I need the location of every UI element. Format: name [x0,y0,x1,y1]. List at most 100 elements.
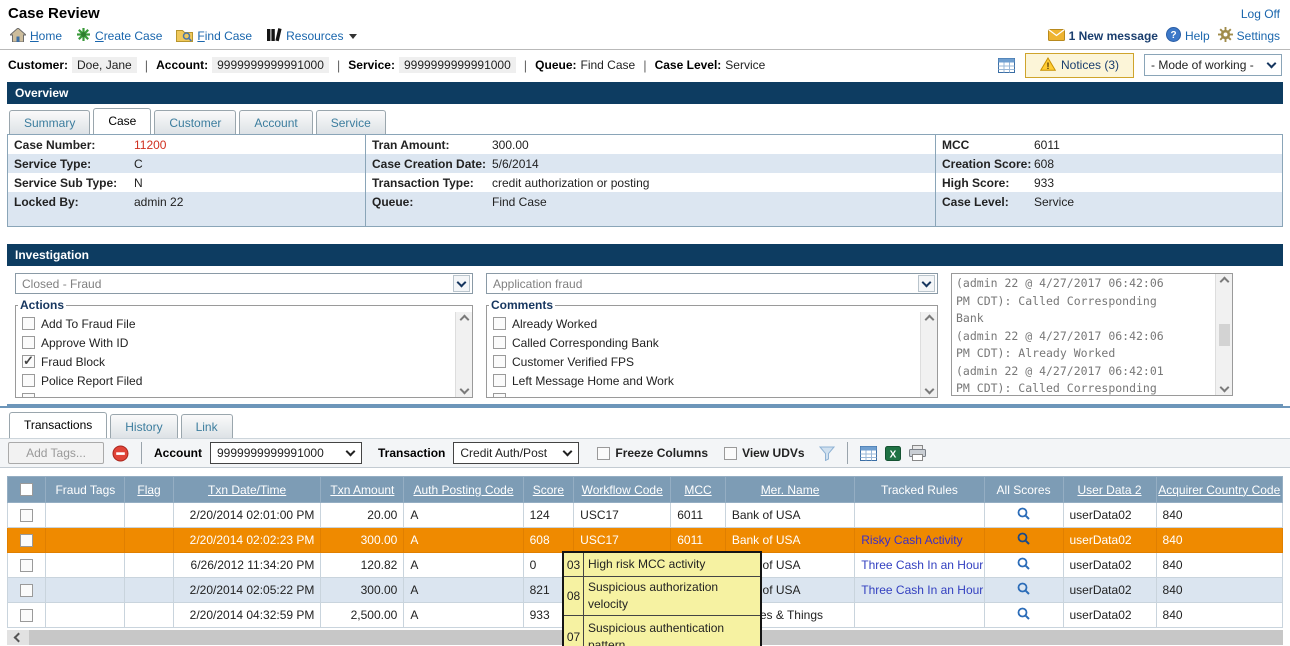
settings-link[interactable]: Settings [1218,27,1280,45]
account-label: Account [154,446,202,460]
tooltip-row: 07 Suspicious authentication pattern [564,616,760,646]
mode-of-working-select[interactable]: - Mode of working - [1144,54,1282,76]
tab-service[interactable]: Service [316,110,386,134]
view-udvs-checkbox[interactable]: View UDVs [724,446,804,460]
col-user-data-2[interactable]: User Data 2 [1063,477,1156,503]
table-row[interactable]: 2/20/2014 02:01:00 PM 20.00 A 124 USC17 … [8,503,1283,528]
add-tags-button[interactable]: Add Tags... [8,442,104,464]
tracked-rule-link[interactable]: Three Cash In an Hour ... [861,583,984,597]
magnifier-icon[interactable] [1017,534,1030,548]
tracked-rule-link[interactable]: Three Cash In an Hour ... [861,558,984,572]
col-mcc[interactable]: MCC [671,477,726,503]
cell-flag [125,578,174,603]
action-police-report-filed: Police Report Filed [22,371,455,390]
print-icon[interactable] [909,445,926,461]
account-select[interactable]: 9999999999991000 [210,442,362,464]
action-fraud-block: Fraud Block [22,352,455,371]
row-checkbox[interactable] [20,534,33,547]
row-checkbox[interactable] [20,509,33,522]
checkbox[interactable] [493,336,506,349]
scroll-down-icon[interactable] [1219,383,1229,393]
scroll-thumb[interactable] [1219,324,1230,346]
action-approve-with-id: Approve With ID [22,333,455,352]
scroll-up-icon[interactable] [924,315,934,325]
col-acquirer-country-code[interactable]: Acquirer Country Code [1156,477,1282,503]
home-icon [10,28,26,45]
scroll-down-icon[interactable] [459,385,469,395]
investigation-log[interactable]: (admin 22 @ 4/27/2017 06:42:06 PM CDT): … [951,273,1233,396]
magnifier-icon[interactable] [1017,559,1030,573]
grid-view-icon[interactable] [860,446,877,461]
checkbox[interactable] [22,317,35,330]
top-bar: Case Review Log Off [0,0,1290,23]
checkbox[interactable] [22,393,35,397]
queue-grid-icon[interactable] [998,58,1015,73]
filter-funnel-icon[interactable] [819,446,835,461]
checkbox[interactable] [597,447,610,460]
main-nav: Home Create Case Find Case Resources 1 N… [0,23,1290,50]
nav-find-case[interactable]: Find Case [176,28,252,45]
col-flag[interactable]: Flag [125,477,174,503]
log-scrollbar[interactable] [1215,274,1232,395]
cell-flag [125,603,174,628]
case-status-select[interactable]: Closed - Fraud [15,273,473,294]
fraud-type-select[interactable]: Application fraud [486,273,938,294]
tab-link[interactable]: Link [181,414,233,438]
tab-transactions[interactable]: Transactions [9,412,107,438]
scroll-left-icon[interactable] [7,630,29,645]
log-off-link[interactable]: Log Off [1241,7,1280,21]
col-workflow-code[interactable]: Workflow Code [574,477,671,503]
checkbox[interactable] [493,393,506,397]
freeze-columns-checkbox[interactable]: Freeze Columns [597,446,708,460]
col-mer-name[interactable]: Mer. Name [725,477,854,503]
tab-customer[interactable]: Customer [154,110,236,134]
row-checkbox[interactable] [20,559,33,572]
actions-scrollbar[interactable] [455,312,472,397]
envelope-icon [1048,29,1065,44]
tab-account[interactable]: Account [239,110,312,134]
checkbox[interactable] [22,374,35,387]
row-checkbox[interactable] [20,584,33,597]
nav-resources[interactable]: Resources [266,28,357,45]
col-txn-date[interactable]: Txn Date/Time [173,477,321,503]
select-all-header[interactable] [8,477,46,503]
checkbox[interactable] [22,336,35,349]
tooltip-row: 03 High risk MCC activity [564,553,760,577]
help-link[interactable]: ? Help [1166,27,1210,45]
tracked-rule-link[interactable]: Risky Cash Activity [861,533,962,547]
checkbox[interactable] [493,355,506,368]
notices-button[interactable]: ! Notices (3) [1025,53,1134,78]
transaction-select[interactable]: Credit Auth/Post [453,442,579,464]
case-details-grid: Case Number:11200 Service Type:C Service… [7,134,1283,227]
new-message-link[interactable]: 1 New message [1048,29,1158,44]
row-checkbox[interactable] [20,609,33,622]
context-service: Service: 9999999999991000 [348,57,515,73]
nav-home[interactable]: Home [10,28,62,45]
tab-history[interactable]: History [110,414,177,438]
table-header-row: Fraud Tags Flag Txn Date/Time Txn Amount… [8,477,1283,503]
col-score[interactable]: Score [523,477,574,503]
select-all-checkbox[interactable] [20,483,33,496]
magnifier-icon[interactable] [1017,509,1030,523]
checkbox[interactable] [493,374,506,387]
tab-case[interactable]: Case [93,108,151,134]
col-txn-amount[interactable]: Txn Amount [321,477,404,503]
scroll-up-icon[interactable] [1219,277,1229,287]
magnifier-icon[interactable] [1017,584,1030,598]
comments-scrollbar[interactable] [920,312,937,397]
checkbox[interactable] [724,447,737,460]
tracked-rules-tooltip: 03 High risk MCC activity 08 Suspicious … [562,551,762,646]
tab-summary[interactable]: Summary [9,110,90,134]
remove-tag-icon[interactable] [112,445,129,462]
case-context-bar: Customer: Doe, Jane | Account: 999999999… [0,50,1290,80]
col-auth-posting-code[interactable]: Auth Posting Code [404,477,523,503]
scroll-up-icon[interactable] [459,315,469,325]
nav-create-case[interactable]: Create Case [76,27,162,45]
magnifier-icon[interactable] [1017,609,1030,623]
scroll-down-icon[interactable] [924,385,934,395]
checkbox-checked[interactable] [22,355,35,368]
table-row-selected[interactable]: 2/20/2014 02:02:23 PM 300.00 A 608 USC17… [8,528,1283,553]
checkbox[interactable] [493,317,506,330]
action-add-to-fraud-file: Add To Fraud File [22,314,455,333]
export-excel-icon[interactable]: X [885,446,901,461]
